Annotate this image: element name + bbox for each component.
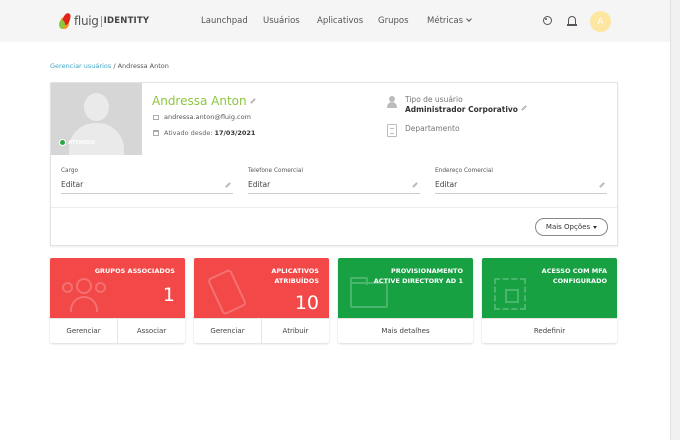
user-avatar[interactable]: A <box>590 11 611 32</box>
field-cargo-value: Editar <box>61 180 84 189</box>
user-email-row: andressa.anton@fluig.com <box>153 113 251 121</box>
more-options-label: Mais Opções <box>545 223 591 231</box>
field-telefone-label: Telefone Comercial <box>248 168 303 174</box>
field-endereco-value: Editar <box>435 180 458 189</box>
card-grupos-actions: Gerenciar Associar <box>50 318 185 343</box>
user-name-text: Andressa Anton <box>152 94 247 108</box>
activated-since-label: Ativado desde: <box>164 129 213 137</box>
card-acesso-mfa: ACESSO COM MFA CONFIGURADO Redefinir <box>482 258 617 343</box>
card-aplicativos-header[interactable]: APLICATIVOS ATRIBUÍDOS 10 <box>194 258 329 318</box>
mais-detalhes-button[interactable]: Mais detalhes <box>338 319 473 343</box>
gerenciar-grupos-button[interactable]: Gerenciar <box>50 319 117 343</box>
breadcrumb-link-gerenciar-usuarios[interactable]: Gerenciar usuários <box>50 62 111 70</box>
qr-code-icon <box>494 278 526 310</box>
top-navbar: fluig IDENTITY Launchpad Usuários Aplica… <box>0 0 670 42</box>
logo-brand-text: fluig <box>74 14 99 28</box>
user-name: Andressa Anton <box>152 94 256 108</box>
field-endereco-label: Endereço Comercial <box>435 168 494 174</box>
nav-metricas-label: Métricas <box>427 16 464 26</box>
card-grupos-count: 1 <box>162 284 175 306</box>
card-aplicativos-atribuidos: APLICATIVOS ATRIBUÍDOS 10 Gerenciar Atri… <box>194 258 329 343</box>
user-email: andressa.anton@fluig.com <box>164 113 251 121</box>
edit-name-pencil-icon[interactable] <box>249 98 256 104</box>
card-provisionamento-actions: Mais detalhes <box>338 318 473 343</box>
department-label: Departamento <box>405 124 460 133</box>
card-mfa-title: ACESSO COM MFA CONFIGURADO <box>542 266 607 286</box>
chevron-down-icon <box>466 16 472 22</box>
activated-since-row: Ativado desde: 17/03/2021 <box>153 129 255 137</box>
redefinir-mfa-button[interactable]: Redefinir <box>482 319 617 343</box>
card-grupos-title: GRUPOS ASSOCIADOS <box>94 267 175 275</box>
avatar-placeholder-icon <box>84 93 109 121</box>
associar-grupos-button[interactable]: Associar <box>117 319 185 343</box>
gerenciar-aplicativos-button[interactable]: Gerenciar <box>194 319 261 343</box>
edit-type-pencil-icon[interactable] <box>521 105 527 111</box>
card-aplicativos-title-line2: ATRIBUÍDOS <box>274 277 319 285</box>
card-grupos-associados: GRUPOS ASSOCIADOS 1 Gerenciar Associar <box>50 258 185 343</box>
user-type-value: Administrador Corporativo <box>405 105 527 114</box>
envelope-icon <box>153 114 159 120</box>
card-provisionamento: PROVISIONAMENTO ACTIVE DIRECTORY AD 1 Ma… <box>338 258 473 343</box>
logo-product-text: IDENTITY <box>103 16 150 26</box>
field-cargo-input[interactable]: Editar <box>61 179 233 194</box>
card-mfa-actions: Redefinir <box>482 318 617 343</box>
card-mfa-title-line1: ACESSO COM MFA <box>541 267 607 275</box>
field-telefone-value: Editar <box>248 180 271 189</box>
user-type-text: Administrador Corporativo <box>405 105 518 114</box>
fluig-identity-logo[interactable]: fluig IDENTITY <box>59 12 149 30</box>
nav-grupos[interactable]: Grupos <box>378 16 409 26</box>
card-provisionamento-header[interactable]: PROVISIONAMENTO ACTIVE DIRECTORY AD 1 <box>338 258 473 318</box>
card-aplicativos-title-line1: APLICATIVOS <box>271 267 319 275</box>
field-endereco-input[interactable]: Editar <box>435 179 607 194</box>
users-group-icon <box>62 278 106 312</box>
breadcrumb: Gerenciar usuários / Andressa Anton <box>50 62 169 70</box>
card-mfa-title-line2: CONFIGURADO <box>552 277 607 285</box>
status-text: ATIVADO <box>68 139 96 146</box>
user-profile-card: ATIVADO Andressa Anton andressa.anton@fl… <box>50 82 618 246</box>
person-icon <box>387 96 397 108</box>
caret-down-icon <box>593 225 598 229</box>
mobile-app-icon <box>206 268 248 316</box>
field-telefone-input[interactable]: Editar <box>248 179 420 194</box>
logo-separator <box>100 15 102 27</box>
card-mfa-header[interactable]: ACESSO COM MFA CONFIGURADO <box>482 258 617 318</box>
field-cargo-label: Cargo <box>61 168 79 174</box>
status-badge: ATIVADO <box>59 139 95 146</box>
notifications-button[interactable] <box>567 16 578 27</box>
field-cargo: Cargo Editar <box>61 168 233 194</box>
nav-launchpad[interactable]: Launchpad <box>201 16 248 26</box>
fluig-flame-icon <box>59 12 72 29</box>
nav-metricas[interactable]: Métricas <box>427 16 472 26</box>
card-provisionamento-title-line2: ACTIVE DIRECTORY AD 1 <box>373 277 463 285</box>
card-aplicativos-count: 10 <box>294 292 319 314</box>
nav-aplicativos[interactable]: Aplicativos <box>317 16 363 26</box>
pencil-icon <box>412 182 418 188</box>
card-provisionamento-title: PROVISIONAMENTO ACTIVE DIRECTORY AD 1 <box>374 266 463 286</box>
field-telefone: Telefone Comercial Editar <box>248 168 420 194</box>
pencil-icon <box>225 182 231 188</box>
fields-divider <box>51 207 617 208</box>
activated-since-date: 17/03/2021 <box>214 129 256 137</box>
field-endereco: Endereço Comercial Editar <box>435 168 607 194</box>
settings-button[interactable] <box>543 16 554 27</box>
user-type-label: Tipo de usuário <box>405 95 463 104</box>
pencil-icon <box>599 182 605 188</box>
gear-icon <box>543 16 552 25</box>
profile-fields: Cargo Editar Telefone Comercial Editar E… <box>51 155 617 246</box>
card-aplicativos-title: APLICATIVOS ATRIBUÍDOS <box>271 266 319 286</box>
card-provisionamento-title-line1: PROVISIONAMENTO <box>391 267 463 275</box>
department-icon <box>387 124 397 137</box>
more-options-button[interactable]: Mais Opções <box>535 218 608 236</box>
card-aplicativos-actions: Gerenciar Atribuir <box>194 318 329 343</box>
nav-usuarios[interactable]: Usuários <box>263 16 300 26</box>
status-dot-icon <box>59 139 66 146</box>
calendar-icon <box>153 130 159 136</box>
atribuir-aplicativos-button[interactable]: Atribuir <box>261 319 329 343</box>
breadcrumb-separator: / <box>113 62 116 70</box>
breadcrumb-current: Andressa Anton <box>117 62 169 70</box>
user-photo[interactable]: ATIVADO <box>51 83 142 155</box>
page-scrollbar[interactable] <box>670 0 680 440</box>
card-grupos-header[interactable]: GRUPOS ASSOCIADOS 1 <box>50 258 185 318</box>
